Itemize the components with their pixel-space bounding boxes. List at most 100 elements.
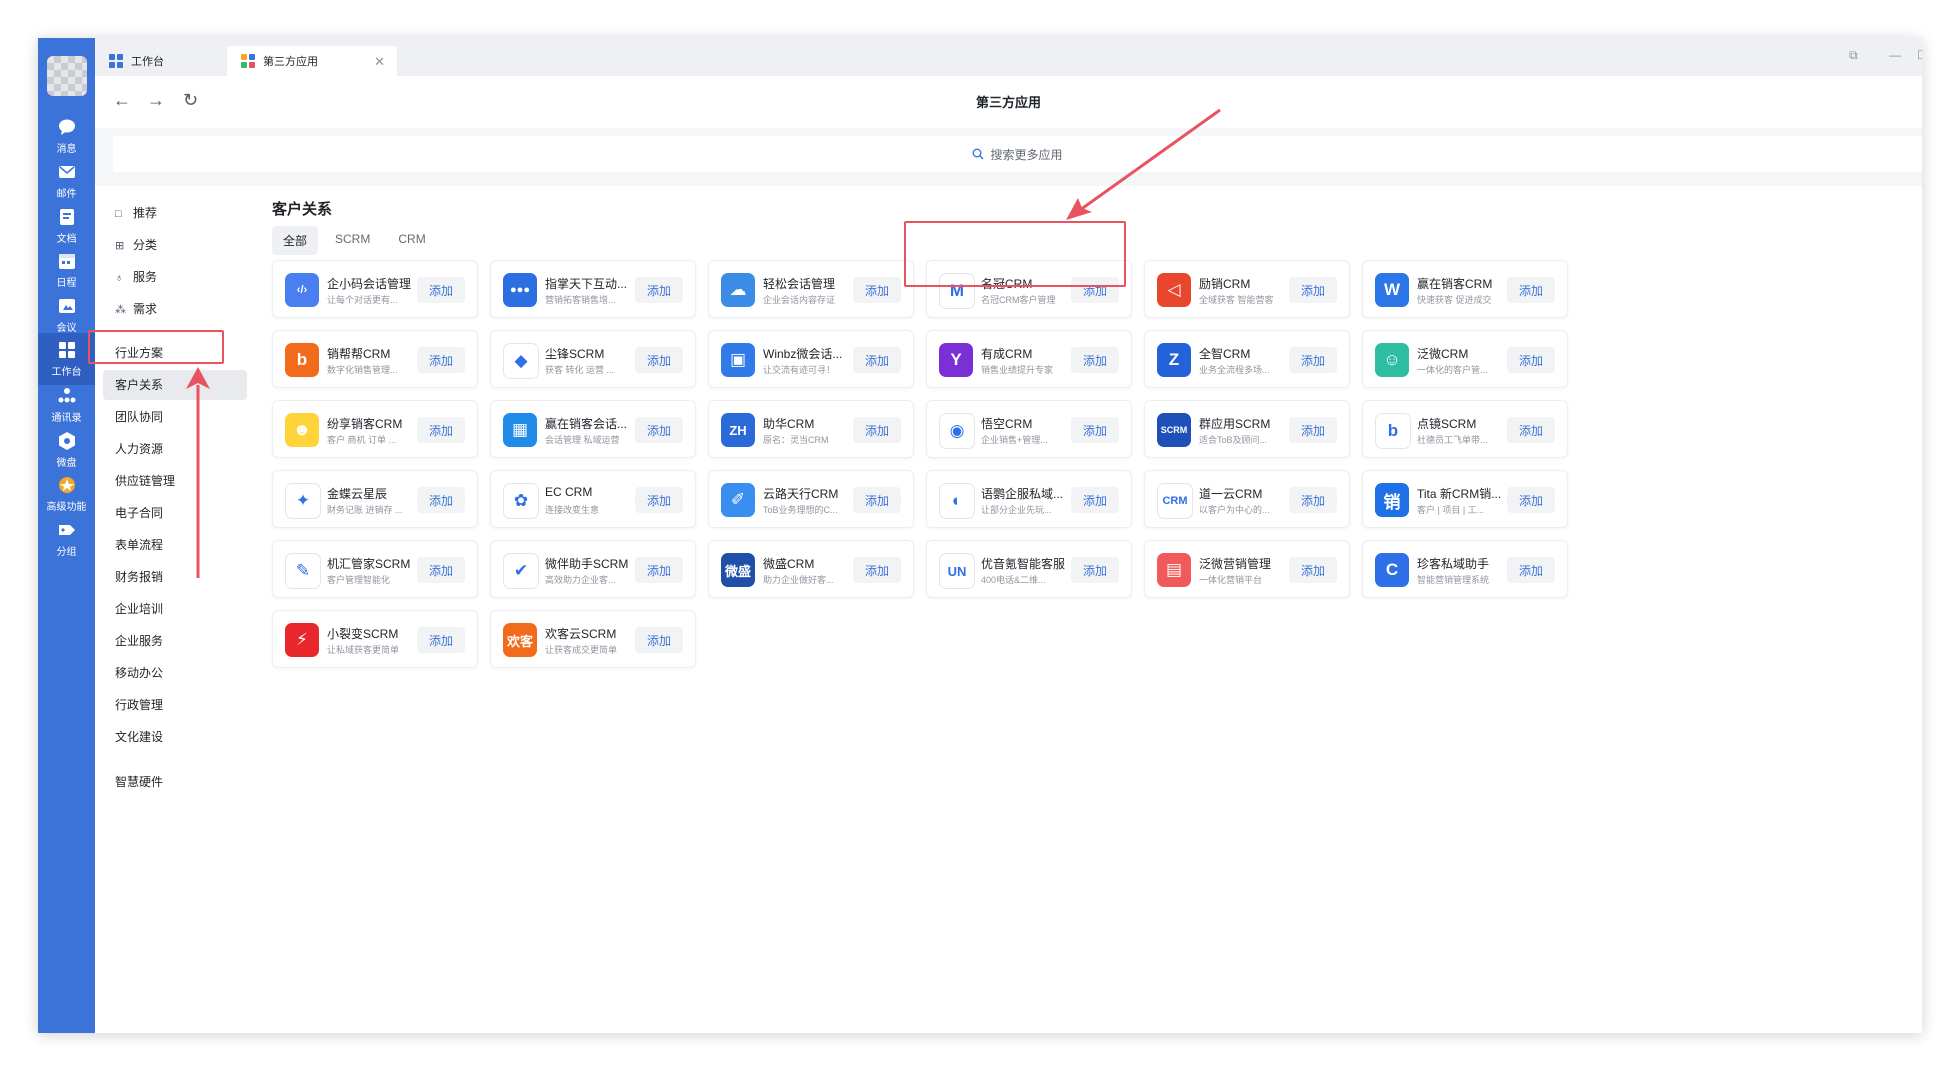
app-card[interactable]: ✦ 金蝶云星辰 财务记账 进销存 ... 添加 [272,470,478,528]
add-app-button[interactable]: 添加 [635,277,683,303]
filter-scrm[interactable]: SCRM [324,226,381,255]
search-input[interactable]: 搜索更多应用 [113,136,1922,172]
sidebar-category-item[interactable]: 行业方案 [103,338,247,368]
add-app-button[interactable]: 添加 [635,347,683,373]
add-app-button[interactable]: 添加 [635,417,683,443]
app-card[interactable]: CRM 道一云CRM 以客户为中心的... 添加 [1144,470,1350,528]
avatar[interactable] [47,56,87,96]
app-card[interactable]: b 点镜SCRM 社德员工飞单带... 添加 [1362,400,1568,458]
add-app-button[interactable]: 添加 [853,347,901,373]
app-card[interactable]: 微盛 微盛CRM 助力企业做好客... 添加 [708,540,914,598]
sidebar-category-item[interactable]: 团队协同 [103,402,247,432]
add-app-button[interactable]: 添加 [635,487,683,513]
add-app-button[interactable]: 添加 [1507,557,1555,583]
app-card[interactable]: ✔ 微伴助手SCRM 高效助力企业客... 添加 [490,540,696,598]
add-app-button[interactable]: 添加 [1071,277,1119,303]
sidebar-category-item[interactable]: 电子合同 [103,498,247,528]
app-card[interactable]: 销 Tita 新CRM销... 客户 | 项目 | 工... 添加 [1362,470,1568,528]
add-app-button[interactable]: 添加 [635,557,683,583]
app-card[interactable]: C 珍客私域助手 智能营销管理系统 添加 [1362,540,1568,598]
app-card[interactable]: UN 优音氪智能客服 400电话&二维... 添加 [926,540,1132,598]
app-card[interactable]: 欢客 欢客云SCRM 让获客成交更简单 添加 [490,610,696,668]
tab-third-party-apps[interactable]: 第三方应用 ✕ [227,46,397,76]
app-card[interactable]: SCRM 群应用SCRM 适合ToB及顾问... 添加 [1144,400,1350,458]
add-app-button[interactable]: 添加 [1507,277,1555,303]
app-card[interactable]: ◆ 尘锋SCRM 获客 转化 运营 ... 添加 [490,330,696,388]
app-card[interactable]: b 销帮帮CRM 数字化销售管理... 添加 [272,330,478,388]
rail-item-label: 通讯录 [51,413,82,424]
group-tag-icon [58,525,75,535]
app-card[interactable]: ☺ 泛微CRM 一体化的客户管... 添加 [1362,330,1568,388]
add-app-button[interactable]: 添加 [853,557,901,583]
filter-all[interactable]: 全部 [272,226,319,255]
app-card[interactable]: ☁ 轻松会话管理 企业会话内容存证 添加 [708,260,914,318]
restore-window-icon[interactable]: ⧉ [1849,48,1858,63]
app-card[interactable]: ☻ 纷享销客CRM 客户 商机 订单 ... 添加 [272,400,478,458]
sidebar-nav-item-2[interactable]: ♁ 服务 [103,262,247,292]
app-card[interactable]: ●●● 指掌天下互动... 营销拓客销售增... 添加 [490,260,696,318]
sidebar-category-item[interactable]: 企业培训 [103,594,247,624]
app-name: 欢客云SCRM [545,627,617,641]
add-app-button[interactable]: 添加 [1289,557,1337,583]
app-logo-icon: ⚡ [285,623,319,657]
sidebar-smart-hardware[interactable]: 智慧硬件 [103,767,247,797]
filter-crm[interactable]: CRM [387,226,436,255]
sidebar-nav-item-1[interactable]: ⊞ 分类 [103,230,247,260]
add-app-button[interactable]: 添加 [1289,277,1337,303]
app-card[interactable]: ◁ 励销CRM 全域获客 智能营客 添加 [1144,260,1350,318]
add-app-button[interactable]: 添加 [417,417,465,443]
sidebar-category-item[interactable]: 表单流程 [103,530,247,560]
app-card[interactable]: ✿ EC CRM 连接改变生意 添加 [490,470,696,528]
add-app-button[interactable]: 添加 [1507,487,1555,513]
add-app-button[interactable]: 添加 [417,557,465,583]
app-card[interactable]: Z 全智CRM 业务全流程多场... 添加 [1144,330,1350,388]
close-icon[interactable]: ✕ [374,54,385,70]
app-card[interactable]: W 赢在销客CRM 快速获客 促进成交 添加 [1362,260,1568,318]
app-card[interactable]: ✎ 机汇管家SCRM 客户管理智能化 添加 [272,540,478,598]
app-card[interactable]: ◐ 语鹦企服私域... 让部分企业先玩... 添加 [926,470,1132,528]
sidebar-category-item[interactable]: 行政管理 [103,690,247,720]
app-card[interactable]: ▦ 赢在销客会话... 会话管理 私域运营 添加 [490,400,696,458]
add-app-button[interactable]: 添加 [417,627,465,653]
app-name: 优音氪智能客服 [981,557,1066,571]
rail-item-5[interactable]: 工作台 [38,333,95,385]
add-app-button[interactable]: 添加 [1071,487,1119,513]
add-app-button[interactable]: 添加 [853,277,901,303]
app-card[interactable]: ✐ 云路天行CRM ToB业务理想的C... 添加 [708,470,914,528]
sidebar-category-item[interactable]: 客户关系 [103,370,247,400]
sidebar-category-item[interactable]: 企业服务 [103,626,247,656]
app-card[interactable]: ‹/› 企小码会话管理 让每个对话更有... 添加 [272,260,478,318]
add-app-button[interactable]: 添加 [1289,347,1337,373]
add-app-button[interactable]: 添加 [853,487,901,513]
app-card[interactable]: Y 有成CRM 销售业绩提升专家 添加 [926,330,1132,388]
sidebar-nav-item-0[interactable]: □ 推荐 [103,198,247,228]
add-app-button[interactable]: 添加 [1071,417,1119,443]
add-app-button[interactable]: 添加 [1507,417,1555,443]
sidebar-category-item[interactable]: 财务报销 [103,562,247,592]
add-app-button[interactable]: 添加 [1507,347,1555,373]
add-app-button[interactable]: 添加 [1289,487,1337,513]
app-card[interactable]: ◉ 悟空CRM 企业销售+管理... 添加 [926,400,1132,458]
sidebar-category-item[interactable]: 人力资源 [103,434,247,464]
add-app-button[interactable]: 添加 [417,487,465,513]
app-card[interactable]: ⚡ 小裂变SCRM 让私域获客更简单 添加 [272,610,478,668]
maximize-icon[interactable]: ☐ [1917,48,1922,62]
add-app-button[interactable]: 添加 [1071,557,1119,583]
rail-item-label: 分组 [56,547,77,558]
add-app-button[interactable]: 添加 [853,417,901,443]
add-app-button[interactable]: 添加 [417,277,465,303]
add-app-button[interactable]: 添加 [1289,417,1337,443]
app-card[interactable]: M 名冠CRM 名冠CRM客户管理 添加 [926,260,1132,318]
app-card[interactable]: ZH 助华CRM 原名：灵当CRM 添加 [708,400,914,458]
add-app-button[interactable]: 添加 [1071,347,1119,373]
sidebar-category-item[interactable]: 文化建设 [103,722,247,752]
add-app-button[interactable]: 添加 [417,347,465,373]
sidebar-nav-item-3[interactable]: ⁂ 需求 [103,294,247,324]
app-card[interactable]: ▣ Winbz微会话... 让交流有迹可寻！ 添加 [708,330,914,388]
rail-item-9[interactable]: 分组 [38,513,95,565]
sidebar-category-item[interactable]: 移动办公 [103,658,247,688]
add-app-button[interactable]: 添加 [635,627,683,653]
minimize-icon[interactable]: — [1889,48,1901,62]
sidebar-category-item[interactable]: 供应链管理 [103,466,247,496]
app-card[interactable]: ▤ 泛微营销管理 一体化营销平台 添加 [1144,540,1350,598]
